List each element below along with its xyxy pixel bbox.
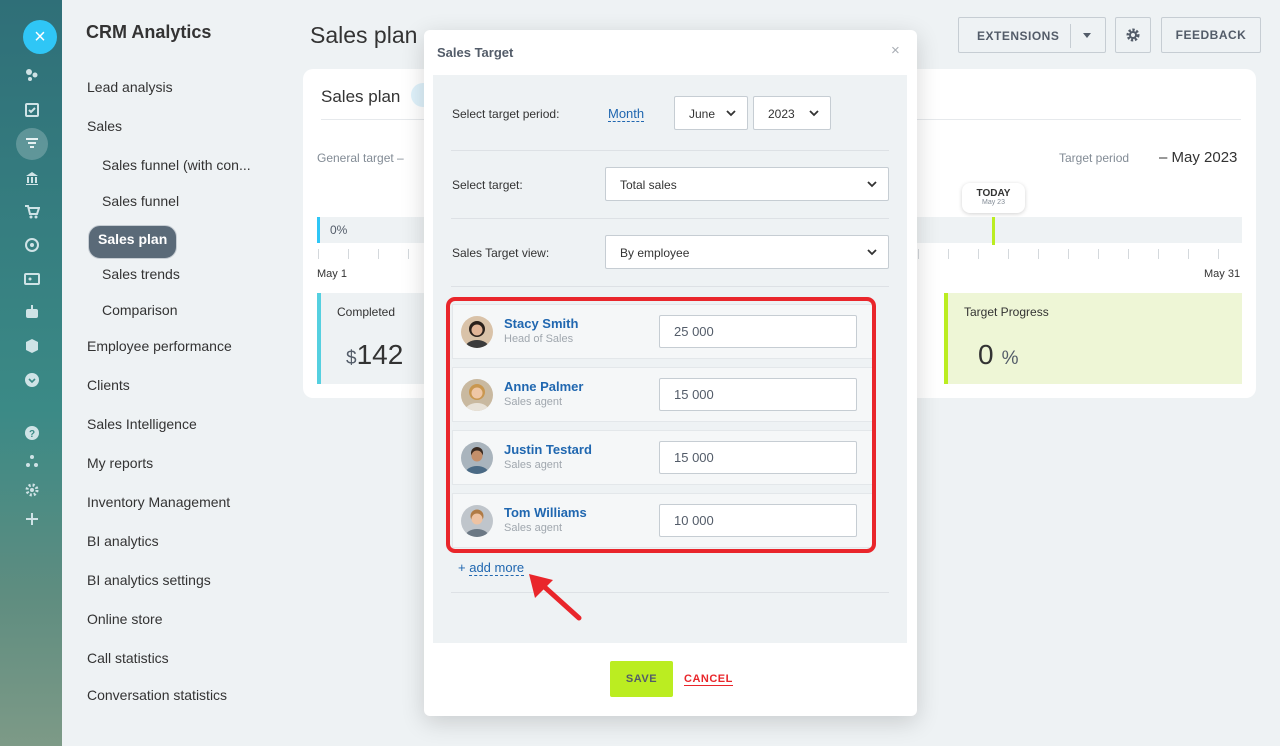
sales-target-dialog: Sales Target × Select target period: Mon… — [424, 30, 917, 716]
divider — [1070, 24, 1071, 48]
sidebar-item-lead-analysis[interactable]: Lead analysis — [87, 79, 173, 95]
progress-percent: 0% — [330, 223, 348, 237]
extensions-button[interactable]: EXTENSIONS — [958, 17, 1106, 53]
view-label: Sales Target view: — [452, 246, 550, 260]
completed-value: $142 — [346, 339, 403, 371]
period-label: Select target period: — [452, 107, 560, 121]
extensions-label: EXTENSIONS — [977, 29, 1060, 43]
general-target-label: General target – — [317, 151, 404, 165]
annotation-arrow-icon — [529, 574, 582, 621]
sidebar-item-sales-funnel-with-conversion[interactable]: Sales funnel (with con... — [102, 157, 251, 173]
activity-icon[interactable] — [23, 66, 41, 84]
feedback-button[interactable]: FEEDBACK — [1161, 17, 1261, 53]
target-icon[interactable] — [23, 236, 41, 254]
month-select[interactable]: June — [674, 96, 748, 130]
app-title: CRM Analytics — [86, 22, 212, 42]
icon-rail: × ? — [0, 0, 62, 746]
today-marker: TODAY May 23 — [962, 183, 1025, 213]
currency-symbol: $ — [346, 348, 357, 369]
sidebar-item-sales-intelligence[interactable]: Sales Intelligence — [87, 416, 197, 432]
gear-icon — [1126, 28, 1140, 42]
target-progress-value: 0% — [978, 339, 1018, 371]
divider — [451, 592, 889, 593]
progress-start-mark — [317, 217, 320, 243]
today-date: May 23 — [982, 199, 1005, 206]
contact-card-icon[interactable] — [23, 270, 41, 288]
plus-sign: + — [458, 560, 466, 575]
period-type-link[interactable]: Month — [608, 106, 645, 122]
close-icon[interactable]: × — [891, 42, 900, 59]
today-line — [992, 217, 995, 245]
more-icon[interactable] — [23, 371, 41, 389]
completed-tile: Completed $142 — [317, 293, 427, 384]
view-select[interactable]: By employee — [605, 235, 889, 269]
box-icon[interactable] — [23, 337, 41, 355]
plus-icon[interactable] — [23, 510, 41, 528]
view-value: By employee — [620, 246, 690, 260]
svg-text:?: ? — [29, 429, 35, 440]
sidebar-item-comparison[interactable]: Comparison — [102, 302, 177, 318]
help-icon[interactable]: ? — [23, 424, 41, 442]
sitemap-icon[interactable] — [23, 452, 41, 470]
target-period-value: – May 2023 — [1159, 149, 1238, 166]
sidebar: CRM Analytics Lead analysis Sales Sales … — [62, 0, 302, 746]
divider — [451, 286, 889, 287]
year-select[interactable]: 2023 — [753, 96, 831, 130]
bank-icon[interactable] — [23, 169, 41, 187]
dialog-title: Sales Target — [437, 45, 514, 60]
sidebar-item-call-statistics[interactable]: Call statistics — [87, 650, 169, 666]
sidebar-item-bi-analytics[interactable]: BI analytics — [87, 533, 159, 549]
target-progress-unit: % — [1001, 348, 1019, 369]
timeline-end-date: May 31 — [1204, 268, 1241, 280]
completed-label: Completed — [337, 305, 396, 319]
target-progress-label: Target Progress — [964, 305, 1049, 319]
sidebar-item-conversation-statistics[interactable]: Conversation statistics — [87, 687, 227, 703]
divider — [451, 218, 889, 219]
chevron-down-icon — [726, 110, 736, 117]
sidebar-item-sales-trends[interactable]: Sales trends — [102, 266, 180, 282]
today-label: TODAY — [976, 188, 1011, 199]
timeline-start-date: May 1 — [317, 268, 347, 280]
sidebar-item-clients[interactable]: Clients — [87, 377, 130, 393]
month-value: June — [689, 107, 716, 121]
robot-icon[interactable] — [23, 303, 41, 321]
page-title: Sales plan — [310, 22, 418, 48]
crm-funnel-icon[interactable] — [16, 128, 48, 160]
chevron-down-icon — [867, 181, 877, 188]
chevron-down-icon — [867, 249, 877, 256]
target-progress-number: 0 — [978, 339, 994, 370]
target-select[interactable]: Total sales — [605, 167, 889, 201]
add-more-link[interactable]: + add more — [458, 560, 525, 576]
sidebar-item-online-store[interactable]: Online store — [87, 611, 162, 627]
completed-amount: 142 — [356, 339, 404, 370]
target-label: Select target: — [452, 178, 523, 192]
sidebar-item-bi-analytics-settings[interactable]: BI analytics settings — [87, 572, 211, 588]
sidebar-item-sales-funnel[interactable]: Sales funnel — [102, 193, 179, 209]
dialog-body: Select target period: Month June 2023 Se… — [433, 75, 907, 643]
target-value: Total sales — [620, 178, 677, 192]
card-title: Sales plan — [321, 87, 401, 106]
sidebar-item-my-reports[interactable]: My reports — [87, 455, 153, 471]
settings-icon[interactable] — [23, 481, 41, 499]
highlight-frame — [446, 297, 876, 553]
target-period-label: Target period — [1059, 151, 1130, 165]
sidebar-item-sales[interactable]: Sales — [87, 118, 122, 134]
cancel-button[interactable]: CANCEL — [684, 673, 733, 686]
add-more-label: add more — [469, 560, 525, 576]
chevron-down-icon — [809, 110, 819, 117]
year-value: 2023 — [768, 107, 795, 121]
sidebar-item-sales-plan[interactable]: Sales plan — [88, 225, 178, 259]
sidebar-item-employee-performance[interactable]: Employee performance — [87, 338, 232, 354]
target-progress-tile: Target Progress 0% — [944, 293, 1242, 384]
chevron-down-icon[interactable] — [1083, 33, 1091, 38]
tasks-icon[interactable] — [23, 101, 41, 119]
close-icon[interactable]: × — [23, 20, 57, 54]
sidebar-item-inventory-management[interactable]: Inventory Management — [87, 494, 230, 510]
settings-button[interactable] — [1115, 17, 1151, 53]
save-button[interactable]: SAVE — [610, 661, 673, 697]
divider — [451, 150, 889, 151]
cart-icon[interactable] — [23, 203, 41, 221]
